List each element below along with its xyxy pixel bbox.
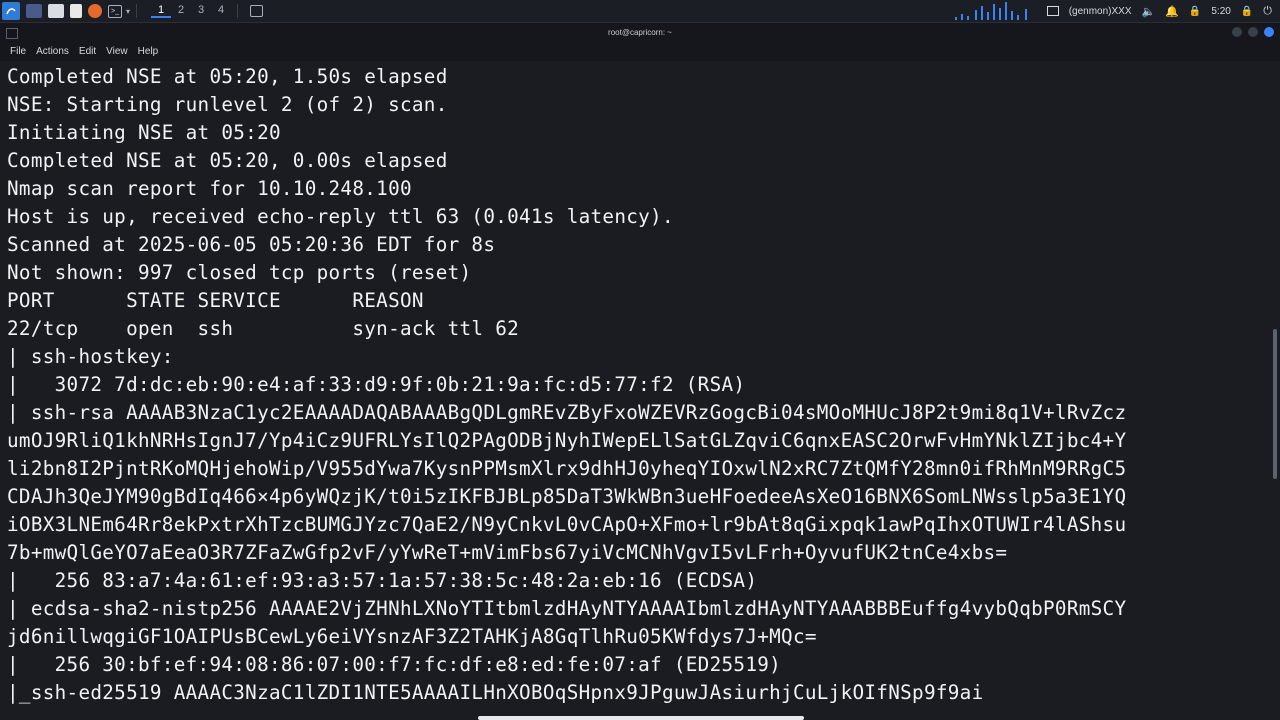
terminal-line: | ssh-rsa AAAAB3NzaC1yc2EAAAADAQABAAABgQ… — [7, 401, 1127, 424]
terminal-line: Scanned at 2025-06-05 05:20:36 EDT for 8… — [7, 233, 496, 256]
menu-view[interactable]: View — [106, 46, 128, 57]
top-panel: >_ ▾ 1 2 3 4 (genmon)XXX 🔈 🔔 🔒 5:20 🔒 ⏻ — [0, 0, 1280, 23]
firefox-icon[interactable] — [88, 4, 102, 18]
window-icon — [6, 28, 18, 39]
menu-file[interactable]: File — [10, 46, 26, 57]
power-icon[interactable]: ⏻ — [1263, 5, 1272, 18]
window-controls — [1232, 27, 1274, 37]
system-tray: (genmon)XXX 🔈 🔔 🔒 5:20 🔒 ⏻ — [947, 0, 1280, 22]
clock[interactable]: 5:20 — [1211, 6, 1230, 17]
terminal-lines: Completed NSE at 05:20, 1.50s elapsed NSE… — [7, 63, 1126, 707]
desktop-icon[interactable] — [26, 4, 42, 18]
menu-actions[interactable]: Actions — [36, 46, 69, 57]
terminal-scrollbar[interactable] — [1268, 61, 1280, 720]
menu-edit[interactable]: Edit — [79, 46, 96, 57]
terminal-line: | 256 83:a7:4a:61:ef:93:a3:57:1a:57:38:5… — [7, 569, 758, 592]
terminal-line: Completed NSE at 05:20, 1.50s elapsed — [7, 65, 448, 88]
monitor-icon[interactable] — [1046, 6, 1059, 16]
workspace-4[interactable]: 4 — [211, 4, 231, 18]
terminal-line: | ecdsa-sha2-nistp256 AAAAE2VjZHNhLXNoYT… — [7, 597, 1127, 620]
panel-separator — [237, 4, 239, 18]
terminal-line: Host is up, received echo-reply ttl 63 (… — [7, 205, 674, 228]
volume-icon[interactable]: 🔈 — [1142, 5, 1156, 18]
terminal-line: umOJ9RliQ1khNRHsIgnJ7/Yp4iCz9UFRLYsIlQ2P… — [7, 429, 1127, 452]
terminal-icon[interactable]: >_ — [108, 4, 122, 18]
screen-lock-icon[interactable]: 🔒 — [1241, 6, 1253, 17]
terminal-line: 22/tcp open ssh syn-ack ttl 62 — [7, 317, 520, 340]
terminal-line: Initiating NSE at 05:20 — [7, 121, 281, 144]
scrollbar-thumb[interactable] — [1273, 329, 1277, 479]
terminal-line: | 3072 7d:dc:eb:90:e4:af:33:d9:9f:0b:21:… — [7, 373, 746, 396]
terminal-window-icon[interactable] — [250, 5, 264, 17]
terminal-line: Nmap scan report for 10.10.248.100 — [7, 177, 412, 200]
panel-separator — [136, 4, 138, 18]
menu-help[interactable]: Help — [138, 46, 159, 57]
terminal-line: PORT STATE SERVICE REASON — [7, 289, 424, 312]
files-icon[interactable] — [48, 4, 64, 18]
terminal-line: jd6nillwqgiGF1OAIPUsBCewLy6eiVYsnzAF3Z2T… — [7, 625, 817, 648]
terminal-output[interactable]: Completed NSE at 05:20, 1.50s elapsed NSE… — [0, 61, 1268, 720]
terminal-line: |_ssh-ed25519 AAAAC3NzaC1lZDI1NTE5AAAAIL… — [7, 681, 984, 704]
cpu-graph — [947, 2, 1037, 20]
terminal-line: iOBX3LNEm64Rr8ekPxtrXhTzcBUMGJYzc7QaE2/N… — [7, 513, 1127, 536]
terminal-line: 7b+mwQlGeYO7aEeaO3R7ZFaZwGfp2vF/yYwReT+m… — [7, 541, 1008, 564]
terminal-line: li2bn8I2PjntRKoMQHjehoWip/V955dYwa7KysnP… — [7, 457, 1127, 480]
window-title: root@capricorn: ~ — [608, 28, 672, 37]
bottom-indicator — [478, 716, 804, 720]
terminal-line: CDAJh3QeJYM90gBdIq466×4p6yWQzjK/t0i5zIKF… — [7, 485, 1127, 508]
minimize-button[interactable] — [1232, 27, 1242, 37]
terminal-line: Not shown: 997 closed tcp ports (reset) — [7, 261, 472, 284]
lock-icon[interactable]: 🔒 — [1189, 6, 1201, 17]
workspace-switcher: 1 2 3 4 — [151, 4, 231, 18]
workspace-3[interactable]: 3 — [191, 4, 211, 18]
terminal-line: NSE: Starting runlevel 2 (of 2) scan. — [7, 93, 448, 116]
bell-icon[interactable]: 🔔 — [1165, 5, 1179, 18]
kali-menu-icon[interactable] — [2, 2, 20, 20]
text-editor-icon[interactable] — [70, 4, 82, 18]
terminal-line: | 256 30:bf:ef:94:08:86:07:00:f7:fc:df:e… — [7, 653, 782, 676]
maximize-button[interactable] — [1248, 27, 1258, 37]
menu-bar: File Actions Edit View Help — [0, 43, 1280, 60]
window-titlebar[interactable]: root@capricorn: ~ — [0, 23, 1280, 43]
close-button[interactable] — [1264, 27, 1274, 37]
chevron-down-icon[interactable]: ▾ — [126, 7, 130, 16]
terminal-line: | ssh-hostkey: — [7, 345, 174, 368]
workspace-2[interactable]: 2 — [171, 4, 191, 18]
terminal-line: Completed NSE at 05:20, 0.00s elapsed — [7, 149, 448, 172]
workspace-1[interactable]: 1 — [151, 4, 172, 18]
genmon-label[interactable]: (genmon)XXX — [1069, 6, 1132, 17]
